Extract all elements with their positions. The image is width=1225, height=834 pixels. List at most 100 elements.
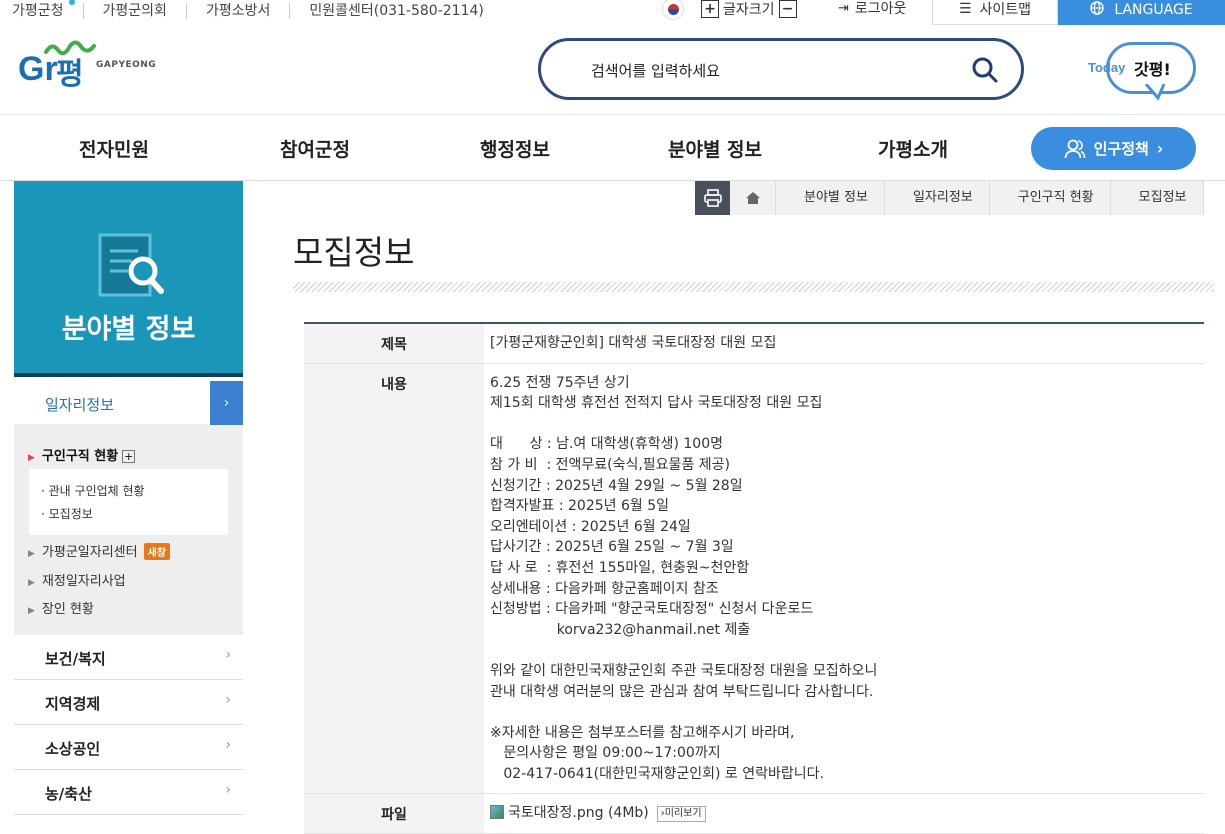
sidebar-item-public-jobs[interactable]: ▶ 재정일자리사업 <box>28 570 126 589</box>
menu-label: 재정일자리사업 <box>41 574 126 589</box>
content-body: 6.25 전쟁 75주년 상기제15회 대학생 휴전선 전적지 답사 국토대장정… <box>484 364 1204 794</box>
search-input[interactable]: 검색어를 입력하세요 <box>591 60 720 81</box>
section-label: 보건/복지 <box>45 650 106 668</box>
link-gapyeong-county[interactable]: 가평군청 <box>12 0 83 19</box>
content-line: ※자세한 내용은 첨부포스터를 참고해주시기 바라며, <box>490 724 795 741</box>
nav-item-participation[interactable]: 참여군정 <box>280 135 350 162</box>
content-line: 답 사 로 : 휴전선 155마일, 현충원~천안함 <box>490 559 750 576</box>
sidebar-item-craftsman[interactable]: ▶ 장인 현황 <box>28 598 94 617</box>
link-call-center[interactable]: 민원콜센터(031-580-2114) <box>289 3 503 19</box>
today-label: Today <box>1088 60 1126 75</box>
content-line: 제15회 대학생 휴전선 전적지 답사 국토대장정 대원 모집 <box>490 395 823 412</box>
bubble-tail-icon <box>1144 84 1166 101</box>
content-line <box>490 640 1198 661</box>
sidebar-header: 분야별 정보 <box>14 181 243 377</box>
sidebar-item-job-center[interactable]: ▶ 가평군일자리센터 새창 <box>28 541 171 560</box>
print-button[interactable] <box>695 181 730 215</box>
sidebar-item-job-status[interactable]: ▶ 구인구직 현황 + <box>28 445 136 464</box>
file-cell: 국토대장정.png (4Mb) ›미리보기 <box>484 794 1204 833</box>
search-icon[interactable] <box>971 56 999 84</box>
chevron-right-icon: › <box>225 692 231 708</box>
font-decrease-button[interactable]: − <box>778 0 797 18</box>
breadcrumb-item[interactable]: 일자리정보 <box>884 181 990 215</box>
logout-label: 로그아웃 <box>854 1 907 17</box>
breadcrumb: 분야별 정보 일자리정보 구인구직 현황 모집정보 <box>695 181 1204 215</box>
section-label: 지역경제 <box>45 695 101 713</box>
triangle-icon: ▶ <box>28 578 35 588</box>
language-button[interactable]: LANGUAGE <box>1058 0 1225 25</box>
content-line: 6.25 전쟁 75주년 상기 <box>490 374 630 391</box>
content-label: 내용 <box>304 363 484 794</box>
nav-item-admin-info[interactable]: 행정정보 <box>480 135 550 162</box>
chevron-right-icon[interactable]: › <box>210 381 243 425</box>
menu-icon: ☰ <box>958 1 972 17</box>
nav-item-about[interactable]: 가평소개 <box>878 135 948 162</box>
content-line: 참 가 비 : 전액무료(숙식,필요물품 제공) <box>490 456 730 473</box>
population-policy-button[interactable]: 인구정책 › <box>1031 127 1196 170</box>
sitemap-button[interactable]: ☰ 사이트맵 <box>932 0 1058 25</box>
content-line <box>490 702 1198 723</box>
page-title: 모집정보 <box>293 233 415 272</box>
content-line: 위와 같이 대한민국재향군인회 주관 국토대장정 대원을 모집하오니 <box>490 662 878 679</box>
search-box[interactable]: 검색어를 입력하세요 <box>538 38 1024 100</box>
today-gapyeong-banner[interactable]: Today 갓평! <box>1086 40 1206 101</box>
chevron-right-icon: › <box>225 737 231 753</box>
gapyeong-logo[interactable]: Gr 평 GAPYEONG <box>18 40 168 100</box>
top-links: 가평군청 가평군의회 가평소방서 민원콜센터(031-580-2114) <box>12 0 503 19</box>
table-row: 파일 국토대장정.png (4Mb) ›미리보기 <box>304 794 1204 834</box>
main-nav: 전자민원 참여군정 행정정보 분야별 정보 가평소개 인구정책 › <box>0 114 1225 181</box>
submenu-item-recruitment[interactable]: · 모집정보 <box>41 505 93 522</box>
globe-icon <box>1090 0 1105 19</box>
sidebar-item-agriculture[interactable]: 농/축산 › <box>14 770 243 815</box>
content-line: 신청기간 : 2025년 4월 29일 ~ 5월 28일 <box>490 477 743 494</box>
link-county-council[interactable]: 가평군의회 <box>82 3 186 19</box>
file-download-link[interactable]: 국토대장정.png (4Mb) <box>508 805 649 821</box>
submenu-item-local-companies[interactable]: · 관내 구인업체 현황 <box>41 482 145 499</box>
content-line: 상세내용 : 다음카페 향군홈페이지 참조 <box>490 580 719 597</box>
sidebar-item-small-business[interactable]: 소상공인 › <box>14 725 243 770</box>
triangle-icon: ▶ <box>28 606 35 616</box>
policy-label: 인구정책 <box>1093 140 1149 158</box>
link-fire-station[interactable]: 가평소방서 <box>185 3 289 19</box>
content-line: 신청방법 : 다음카페 "향군국토대장정" 신청서 다운로드 <box>490 601 814 618</box>
chevron-right-icon: › <box>225 647 231 663</box>
breadcrumb-item[interactable]: 모집정보 <box>1110 181 1204 215</box>
printer-icon <box>703 189 722 207</box>
content-line: 관내 대학생 여러분의 많은 관심과 참여 부탁드립니다 감사합니다. <box>490 683 874 700</box>
preview-button[interactable]: ›미리보기 <box>656 806 706 823</box>
content-line: 답사기간 : 2025년 6월 25일 ~ 7월 3일 <box>490 539 734 556</box>
logout-link[interactable]: ⇥ 로그아웃 <box>838 0 906 18</box>
content-line: korva232@hanmail.net 제출 <box>490 621 751 638</box>
subject-label: 제목 <box>304 324 484 363</box>
table-row: 제목 [가평군재향군인회] 대학생 국토대장정 대원 모집 <box>304 324 1204 364</box>
content-line: 오리엔테이션 : 2025년 6월 24일 <box>490 518 691 535</box>
logo-mark-icon: Gr 평 <box>18 40 96 92</box>
logo-english: GAPYEONG <box>96 60 157 70</box>
sitemap-label: 사이트맵 <box>979 2 1032 18</box>
submenu-label: 모집정보 <box>48 507 93 521</box>
sidebar-item-local-economy[interactable]: 지역경제 › <box>14 680 243 725</box>
content-line: 합격자발표 : 2025년 6월 5일 <box>490 498 670 515</box>
content-line: 대 상 : 남.여 대학생(휴학생) 100명 <box>490 436 723 453</box>
font-increase-button[interactable]: + <box>701 0 719 18</box>
submenu-label: 관내 구인업체 현황 <box>48 484 145 498</box>
link-label: 가평군청 <box>12 3 64 19</box>
breadcrumb-item[interactable]: 분야별 정보 <box>776 181 885 215</box>
utility-bar: 가평군청 가평군의회 가평소방서 민원콜센터(031-580-2114) + 글… <box>0 0 1225 26</box>
post-detail-table: 제목 [가평군재향군인회] 대학생 국토대장정 대원 모집 내용 6.25 전쟁… <box>304 322 1204 834</box>
sidebar-item-health-welfare[interactable]: 보건/복지 › <box>14 635 243 680</box>
nav-item-field-info[interactable]: 분야별 정보 <box>668 135 762 162</box>
font-size-label: 글자크기 <box>723 2 775 18</box>
sidebar-current-section[interactable]: 일자리정보 › <box>14 381 243 425</box>
table-row: 내용 6.25 전쟁 75주년 상기제15회 대학생 휴전선 전적지 답사 국토… <box>304 363 1204 795</box>
content-line: 02-417-0641(대한민국재향군인회) 로 연락바랍니다. <box>490 765 824 782</box>
expand-plus-icon[interactable]: + <box>122 450 136 463</box>
logout-icon: ⇥ <box>838 0 849 16</box>
sidebar-title: 분야별 정보 <box>61 314 196 345</box>
sidebar-menu: ▶ 구인구직 현황 + · 관내 구인업체 현황 · 모집정보 ▶ 가평군일자리센터 새… <box>14 425 243 635</box>
section-label: 소상공인 <box>45 740 101 758</box>
nav-item-e-civil[interactable]: 전자민원 <box>79 135 149 162</box>
home-button[interactable] <box>730 181 776 215</box>
breadcrumb-item[interactable]: 구인구직 현황 <box>989 181 1111 215</box>
new-window-badge: 새창 <box>143 543 171 560</box>
